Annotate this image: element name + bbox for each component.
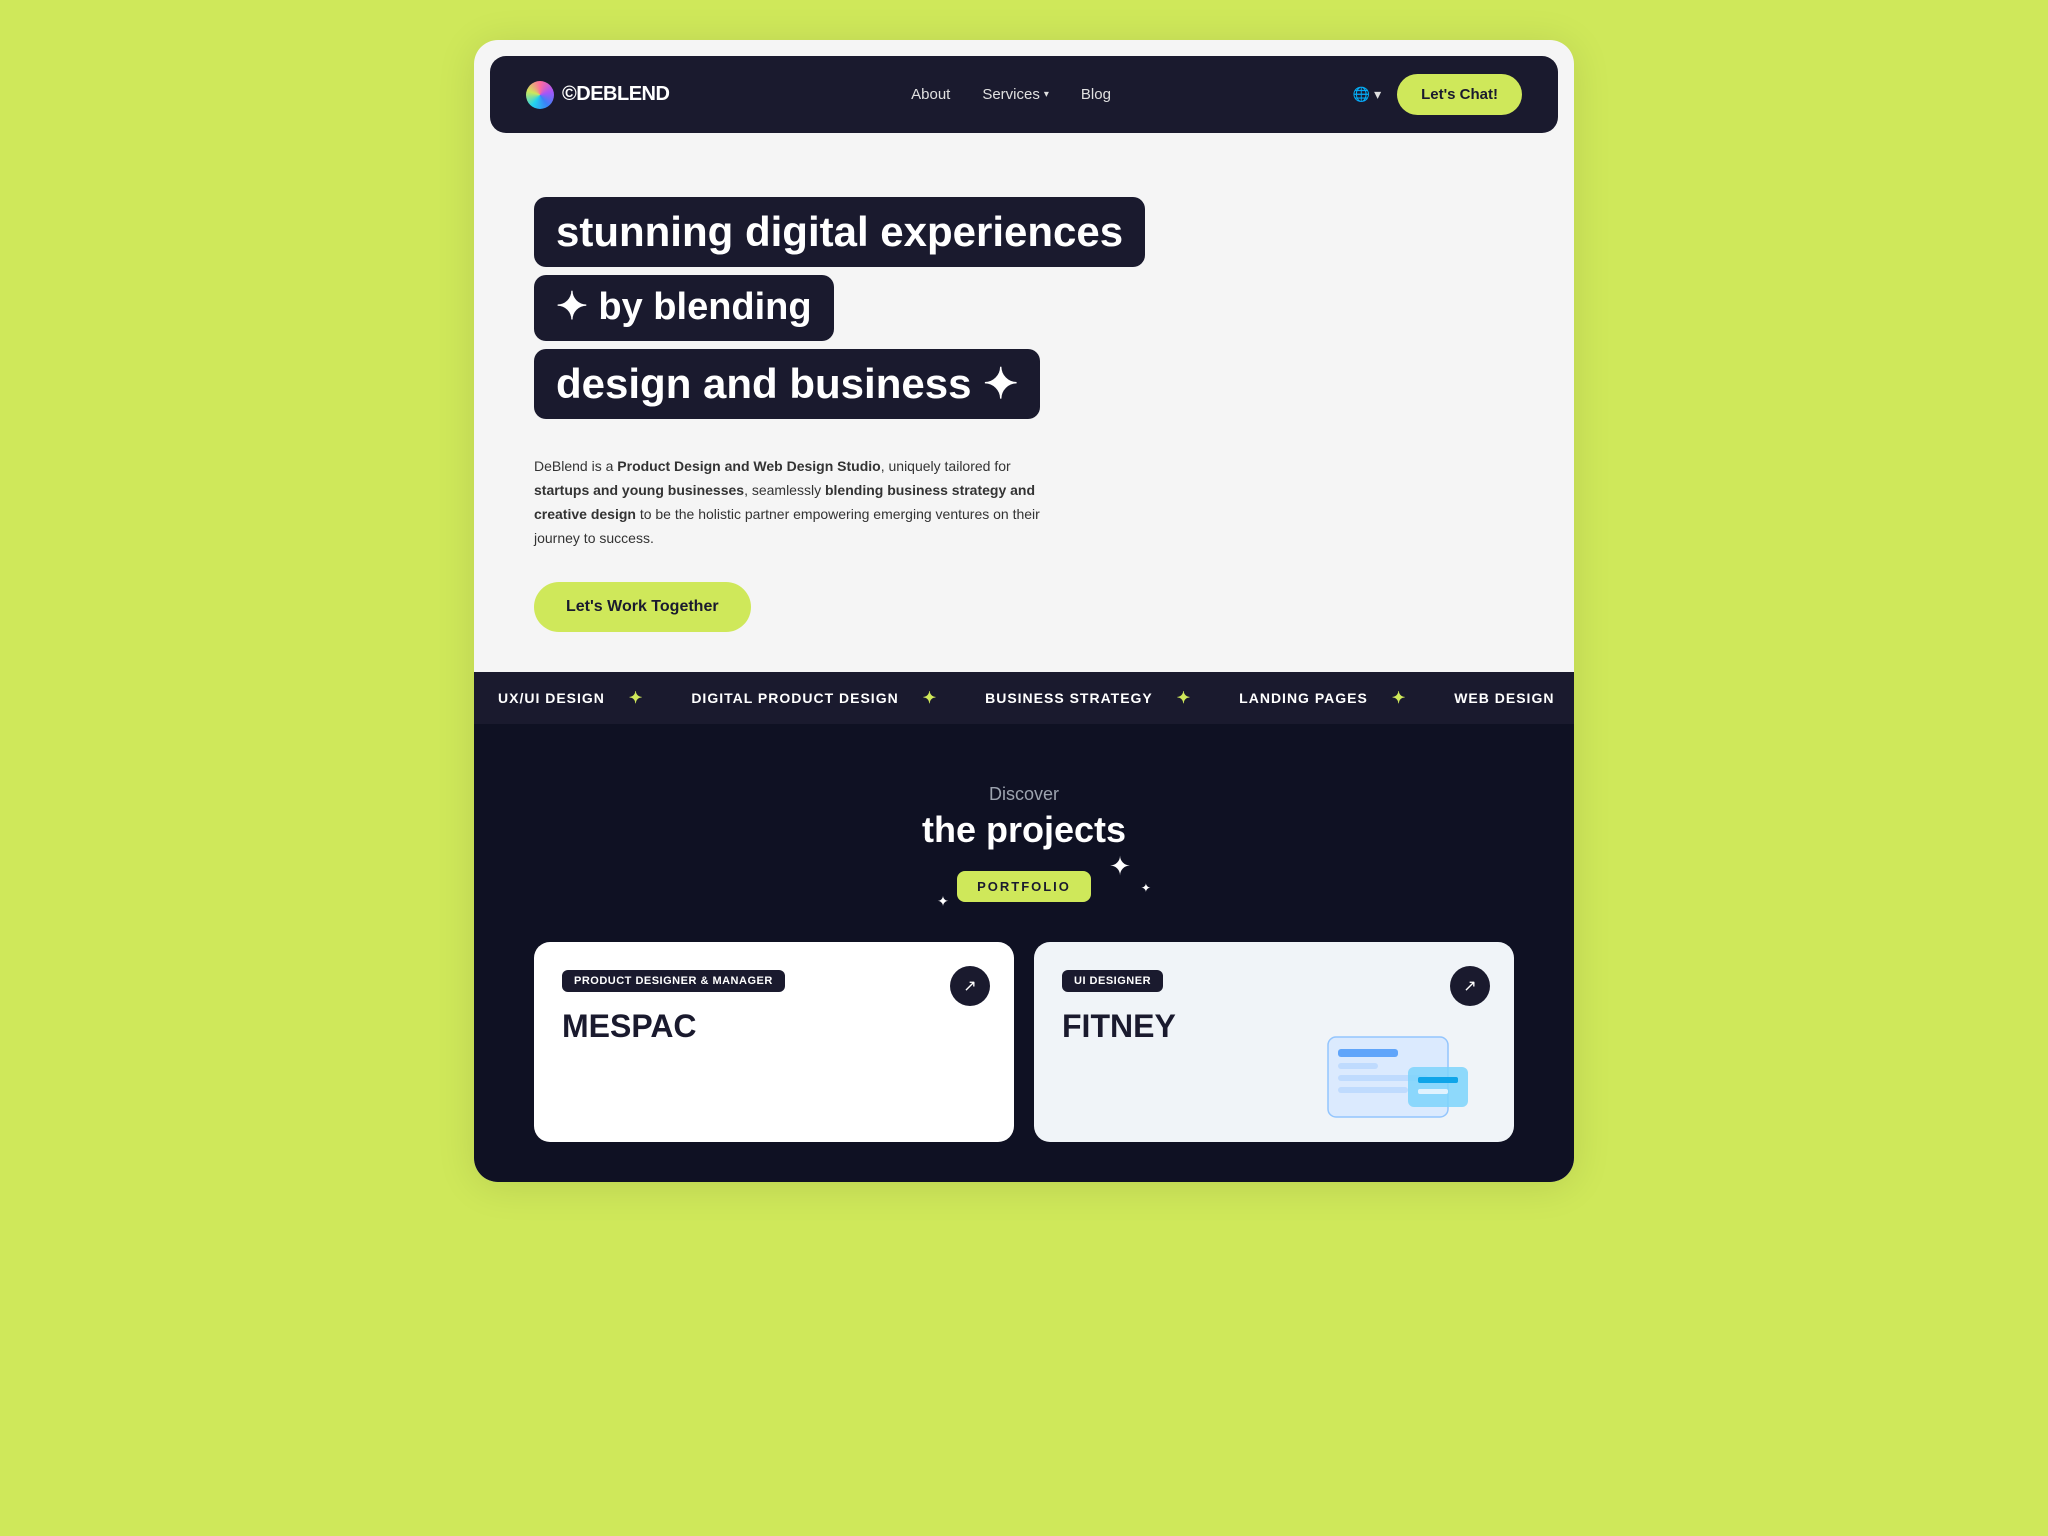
ticker-bar: UX/UI DESIGN✦ DIGITAL PRODUCT DESIGN✦ BU… [474,672,1574,724]
services-chevron-icon: ▾ [1044,89,1049,100]
portfolio-badge-wrapper: PORTFOLIO ✦ ✦ ✦ [957,871,1091,902]
page-wrapper: ©DEBLEND About Services ▾ Blog 🌐 ▾ Let's… [474,40,1574,1182]
navbar: ©DEBLEND About Services ▾ Blog 🌐 ▾ Let's… [490,56,1558,133]
project-cards: PRODUCT DESIGNER & MANAGER ↗ MESPAC UI D… [534,942,1514,1142]
fitney-arrow-button[interactable]: ↗ [1450,966,1490,1006]
nav-about[interactable]: About [911,86,950,103]
star-deco-large: ✦ [1109,851,1131,882]
discover-label: Discover [534,784,1514,805]
globe-icon: 🌐 [1353,86,1370,103]
project-card-fitney[interactable]: UI DESIGNER ↗ FITNEY [1034,942,1514,1142]
hero-line2: ✦ by blending [534,275,834,341]
ticker-star: ✦ [629,688,643,708]
hero-section: stunning digital experiences ✦ by blendi… [474,149,1574,672]
portfolio-badge[interactable]: PORTFOLIO [957,871,1091,902]
navbar-right: 🌐 ▾ Let's Chat! [1353,74,1522,115]
hero-description: DeBlend is a Product Design and Web Desi… [534,455,1054,550]
mespac-badge: PRODUCT DESIGNER & MANAGER [562,970,785,992]
logo-icon [526,81,554,109]
star-deco-mid: ✦ [1141,881,1151,895]
lang-chevron-icon: ▾ [1374,86,1381,103]
hero-line3: design and business ✦ [534,349,1040,419]
ticker-star: ✦ [1392,688,1406,708]
nav-blog[interactable]: Blog [1081,86,1111,103]
ticker-item: BUSINESS STRATEGY✦ [961,688,1215,708]
mespac-arrow-button[interactable]: ↗ [950,966,990,1006]
ticker-item: DIGITAL PRODUCT DESIGN✦ [667,688,961,708]
fitney-badge: UI DESIGNER [1062,970,1163,992]
portfolio-section: Discover the projects PORTFOLIO ✦ ✦ ✦ PR… [474,724,1574,1182]
language-button[interactable]: 🌐 ▾ [1353,86,1381,103]
ticker-star: ✦ [1177,688,1191,708]
ticker-inner: UX/UI DESIGN✦ DIGITAL PRODUCT DESIGN✦ BU… [474,688,1574,708]
main-card: ©DEBLEND About Services ▾ Blog 🌐 ▾ Let's… [474,40,1574,1182]
fitney-mockup [1318,1027,1498,1142]
ticker-item: WEB DESIGN✦ [1430,688,1574,708]
ticker-item: LANDING PAGES✦ [1215,688,1430,708]
logo[interactable]: ©DEBLEND [526,81,669,109]
lets-chat-button[interactable]: Let's Chat! [1397,74,1522,115]
hero-headlines: stunning digital experiences ✦ by blendi… [534,197,1514,427]
nav-links: About Services ▾ Blog [911,86,1111,103]
lets-work-button[interactable]: Let's Work Together [534,582,751,632]
nav-services[interactable]: Services ▾ [982,86,1049,103]
discover-header: Discover the projects PORTFOLIO ✦ ✦ ✦ [534,784,1514,902]
project-card-mespac[interactable]: PRODUCT DESIGNER & MANAGER ↗ MESPAC [534,942,1014,1142]
hero-line1: stunning digital experiences [534,197,1145,267]
ticker-star: ✦ [923,688,937,708]
star-deco-small: ✦ [937,893,949,910]
mespac-title: MESPAC [562,1008,986,1045]
logo-text: ©DEBLEND [562,83,669,106]
ticker-item: UX/UI DESIGN✦ [474,688,667,708]
portfolio-title: the projects [534,809,1514,851]
